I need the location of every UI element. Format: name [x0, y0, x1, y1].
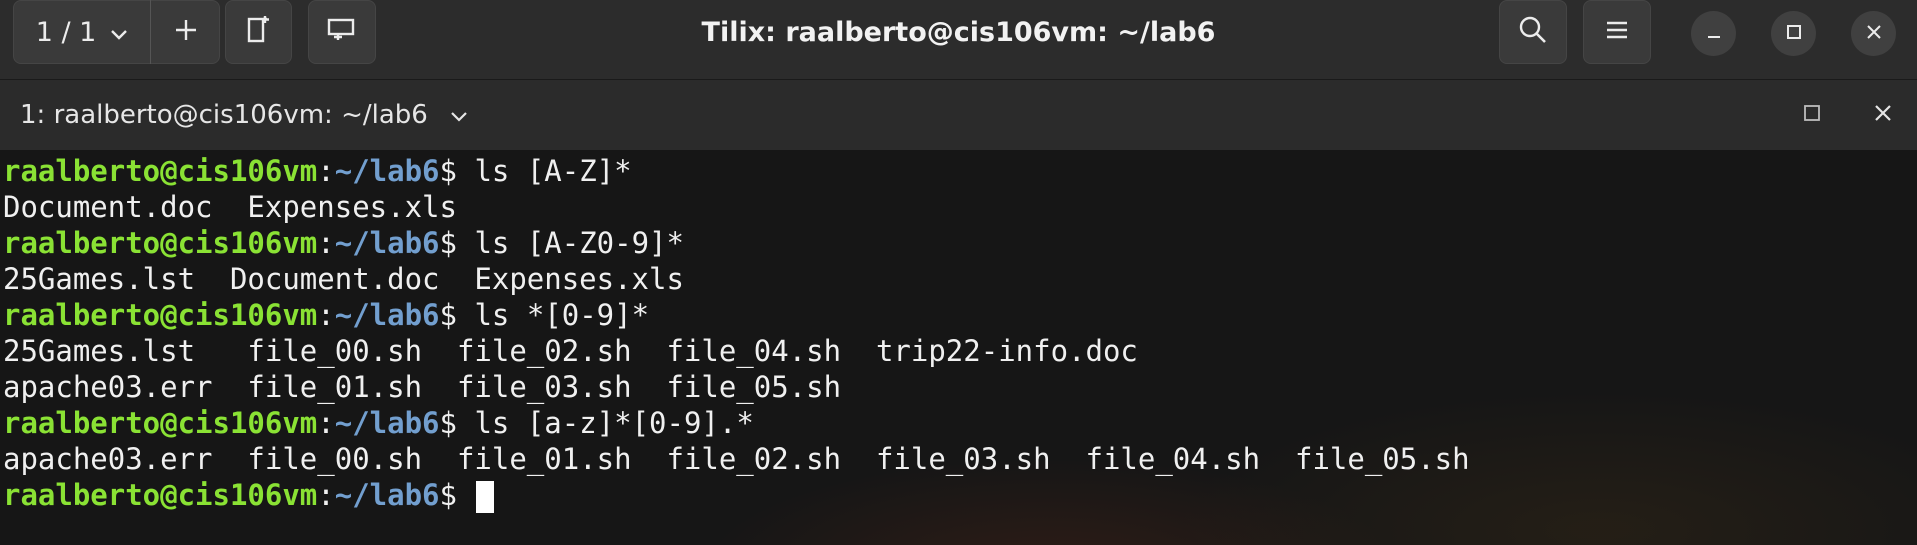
prompt-user: raalberto@cis106vm — [3, 226, 318, 260]
output-line: Document.doc Expenses.xls — [3, 190, 457, 224]
command-text: ls [A-Z]* — [474, 154, 632, 188]
menu-button[interactable] — [1583, 0, 1651, 64]
search-icon — [1518, 15, 1548, 49]
search-button[interactable] — [1499, 0, 1567, 64]
split-down-icon — [326, 16, 358, 48]
prompt-line: raalberto@cis106vm:~/lab6$ ls [A-Z]* — [3, 153, 632, 189]
close-window-button[interactable] — [1851, 11, 1896, 56]
maximize-icon — [1786, 24, 1802, 44]
prompt-symbol: $ — [439, 406, 457, 440]
prompt-user: raalberto@cis106vm — [3, 298, 318, 332]
prompt-user: raalberto@cis106vm — [3, 478, 318, 512]
terminal-maximize-button[interactable] — [1791, 94, 1833, 136]
output-line: apache03.err file_00.sh file_01.sh file_… — [3, 442, 1470, 476]
output-line: 25Games.lst Document.doc Expenses.xls — [3, 262, 684, 296]
prompt-separator: : — [317, 406, 335, 440]
prompt-line: raalberto@cis106vm:~/lab6$ ls *[0-9]* — [3, 297, 649, 333]
command-text: ls [A-Z0-9]* — [474, 226, 684, 260]
prompt-path: ~/lab6 — [334, 298, 440, 332]
prompt-user: raalberto@cis106vm — [3, 406, 318, 440]
prompt-symbol: $ — [439, 226, 457, 260]
terminal-tab-bar: 1: raalberto@cis106vm: ~/lab6 — [0, 79, 1917, 150]
close-icon — [1873, 103, 1893, 127]
prompt-separator: : — [317, 154, 335, 188]
split-down-button[interactable] — [308, 0, 376, 64]
prompt-line: raalberto@cis106vm:~/lab6$ ls [a-z]*[0-9… — [3, 405, 754, 441]
split-right-button[interactable] — [225, 0, 292, 64]
prompt-line: raalberto@cis106vm:~/lab6$ — [3, 477, 495, 513]
session-switcher-button[interactable]: 1 / 1 — [13, 0, 151, 64]
minimize-icon — [1706, 24, 1722, 44]
hamburger-menu-icon — [1605, 20, 1629, 44]
prompt-separator: : — [317, 298, 335, 332]
terminal-close-button[interactable] — [1862, 94, 1904, 136]
close-icon — [1866, 24, 1882, 44]
prompt-symbol: $ — [439, 478, 457, 512]
prompt-path: ~/lab6 — [334, 226, 440, 260]
header-bar: 1 / 1 Tilix: raalberto@cis106vm: ~/lab6 — [0, 0, 1917, 79]
command-text: ls *[0-9]* — [474, 298, 650, 332]
output-line: apache03.err file_01.sh file_03.sh file_… — [3, 370, 842, 404]
output-line: 25Games.lst file_00.sh file_02.sh file_0… — [3, 334, 1138, 368]
plus-icon — [174, 18, 198, 46]
prompt-path: ~/lab6 — [334, 478, 440, 512]
maximize-icon — [1803, 104, 1821, 126]
chevron-down-icon — [110, 17, 128, 48]
prompt-separator: : — [317, 226, 335, 260]
prompt-path: ~/lab6 — [334, 154, 440, 188]
maximize-button[interactable] — [1771, 11, 1816, 56]
command-text: ls [a-z]*[0-9].* — [474, 406, 754, 440]
prompt-symbol: $ — [439, 154, 457, 188]
text-cursor — [476, 481, 495, 513]
add-session-button[interactable] — [151, 0, 220, 64]
terminal-title: 1: raalberto@cis106vm: ~/lab6 — [20, 100, 428, 130]
prompt-line: raalberto@cis106vm:~/lab6$ ls [A-Z0-9]* — [3, 225, 684, 261]
minimize-button[interactable] — [1691, 11, 1736, 56]
session-label: 1 / 1 — [35, 16, 97, 48]
terminal-output[interactable]: raalberto@cis106vm:~/lab6$ ls [A-Z]* Doc… — [0, 150, 1917, 545]
chevron-down-icon — [450, 100, 468, 130]
terminal-title-button[interactable]: 1: raalberto@cis106vm: ~/lab6 — [20, 80, 468, 150]
prompt-symbol: $ — [439, 298, 457, 332]
split-right-icon — [245, 15, 273, 49]
prompt-user: raalberto@cis106vm — [3, 154, 318, 188]
prompt-separator: : — [317, 478, 335, 512]
prompt-path: ~/lab6 — [334, 406, 440, 440]
